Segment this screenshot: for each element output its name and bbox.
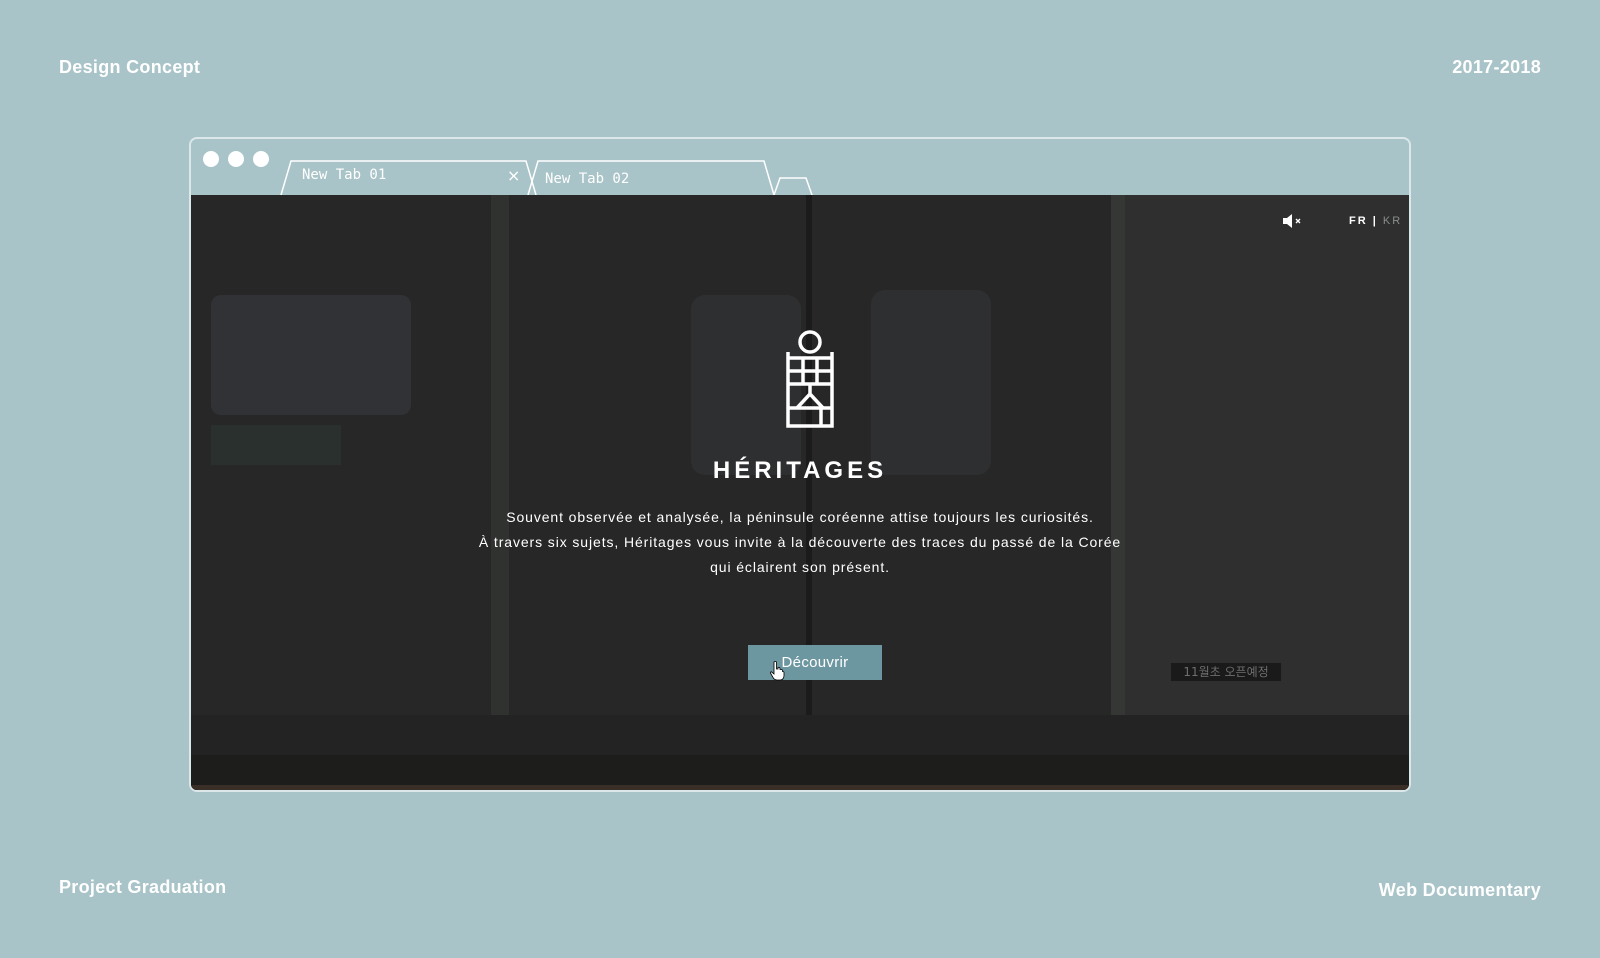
page-title: HÉRITAGES (712, 457, 888, 484)
lang-separator: | (1372, 215, 1378, 227)
station-sign: 11월초 오픈예정 (1171, 663, 1281, 681)
browser-window: New Tab 01 × New Tab 02 FR | KR HÉRITAGE… (189, 137, 1411, 792)
tab-label: New Tab 01 (302, 167, 387, 183)
new-tab-button[interactable] (774, 178, 812, 196)
description-line: À travers six sujets, Héritages vous inv… (478, 534, 1122, 550)
description-line: Souvent observée et analysée, la péninsu… (506, 509, 1094, 525)
mute-icon[interactable] (1281, 211, 1305, 231)
description-line: qui éclairent son présent. (710, 559, 890, 575)
year-label: 2017-2018 (1452, 57, 1541, 77)
lang-fr[interactable]: FR (1349, 215, 1368, 227)
tab-close-icon[interactable]: × (507, 166, 520, 185)
intro-description: Souvent observée et analysée, la péninsu… (400, 505, 1200, 580)
subway-background (191, 195, 1409, 790)
language-switcher: FR | KR (1349, 215, 1402, 227)
heritage-logo-icon (786, 330, 834, 428)
browser-chrome: New Tab 01 × New Tab 02 (191, 139, 1409, 197)
project-graduation-label: Project Graduation (59, 877, 227, 897)
lang-kr[interactable]: KR (1383, 215, 1402, 227)
design-concept-label: Design Concept (59, 57, 201, 77)
web-documentary-label: Web Documentary (1378, 880, 1541, 900)
tab-label: New Tab 02 (545, 171, 630, 187)
web-documentary-viewport: FR | KR HÉRITAGES Souvent observée et an… (191, 195, 1409, 790)
hand-cursor-icon (770, 661, 785, 681)
